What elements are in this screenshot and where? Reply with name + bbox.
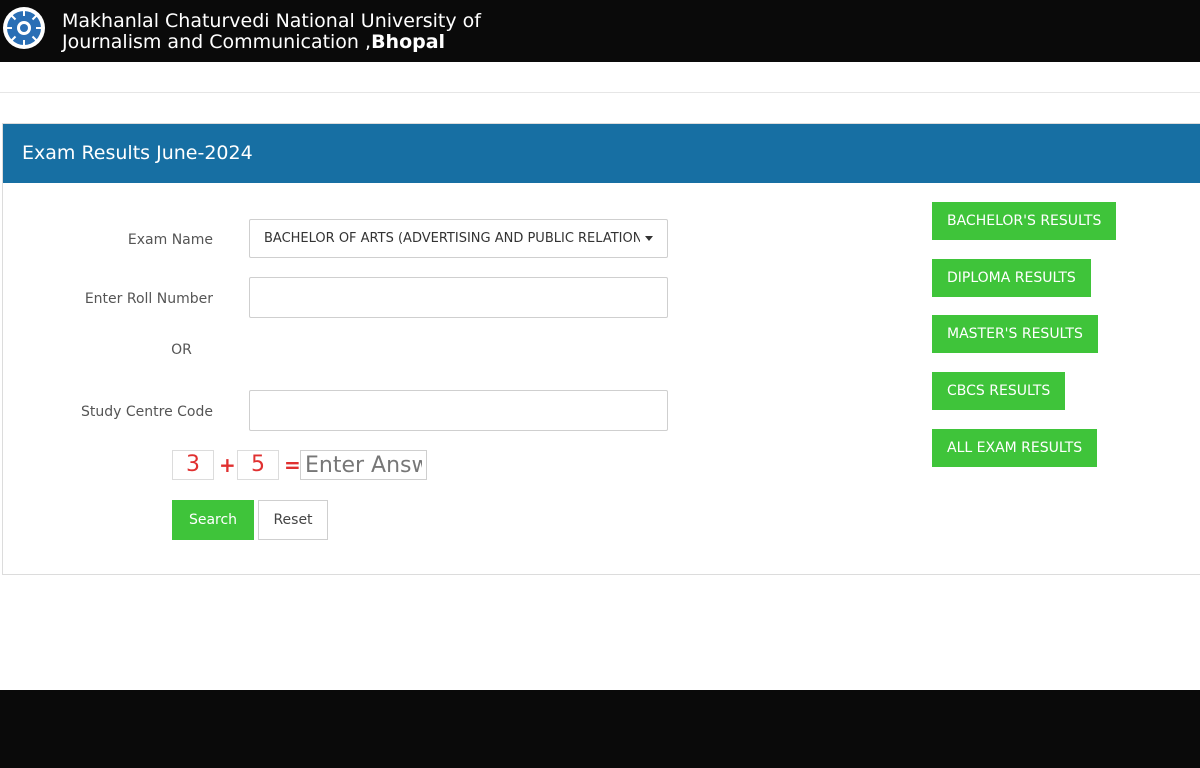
site-title-line-2-text: Journalism and Communication , bbox=[62, 31, 372, 53]
cbcs-results-button[interactable]: CBCS RESULTS bbox=[932, 372, 1066, 410]
exam-name-selected-value: BACHELOR OF ARTS (ADVERTISING AND PUBLIC… bbox=[264, 231, 640, 246]
site-title: Makhanlal Chaturvedi National University… bbox=[62, 11, 481, 53]
reset-button[interactable]: Reset bbox=[258, 500, 328, 540]
site-title-city: Bhopal bbox=[371, 31, 446, 53]
captcha-number-2: 5 bbox=[237, 450, 279, 480]
bachelors-results-button[interactable]: BACHELOR'S RESULTS bbox=[932, 202, 1117, 240]
or-separator: OR bbox=[171, 342, 192, 358]
site-header: Makhanlal Chaturvedi National University… bbox=[0, 0, 1200, 62]
all-exam-results-button[interactable]: ALL EXAM RESULTS bbox=[932, 429, 1098, 467]
site-footer bbox=[0, 690, 1200, 768]
top-divider bbox=[0, 92, 1200, 93]
diploma-results-button[interactable]: DIPLOMA RESULTS bbox=[932, 259, 1091, 297]
captcha-equals-sign: = bbox=[284, 453, 301, 477]
masters-results-button[interactable]: MASTER'S RESULTS bbox=[932, 315, 1098, 353]
panel-title: Exam Results June-2024 bbox=[22, 142, 253, 164]
university-emblem-icon[interactable] bbox=[2, 6, 46, 50]
captcha-number-1: 3 bbox=[172, 450, 214, 480]
study-centre-input[interactable] bbox=[249, 390, 668, 431]
site-title-line-1: Makhanlal Chaturvedi National University… bbox=[62, 10, 481, 32]
captcha-plus-sign: + bbox=[219, 453, 236, 477]
site-title-line-2: Journalism and Communication ,Bhopal bbox=[62, 32, 481, 53]
roll-number-input[interactable] bbox=[249, 277, 668, 318]
roll-number-label: Enter Roll Number bbox=[84, 291, 213, 307]
study-centre-label: Study Centre Code bbox=[81, 404, 213, 420]
exam-name-select[interactable]: BACHELOR OF ARTS (ADVERTISING AND PUBLIC… bbox=[249, 219, 668, 258]
captcha-answer-input[interactable] bbox=[300, 450, 427, 480]
search-button[interactable]: Search bbox=[172, 500, 254, 540]
caret-down-icon bbox=[645, 236, 653, 241]
exam-name-label: Exam Name bbox=[127, 232, 213, 248]
panel-heading: Exam Results June-2024 bbox=[3, 124, 1200, 183]
